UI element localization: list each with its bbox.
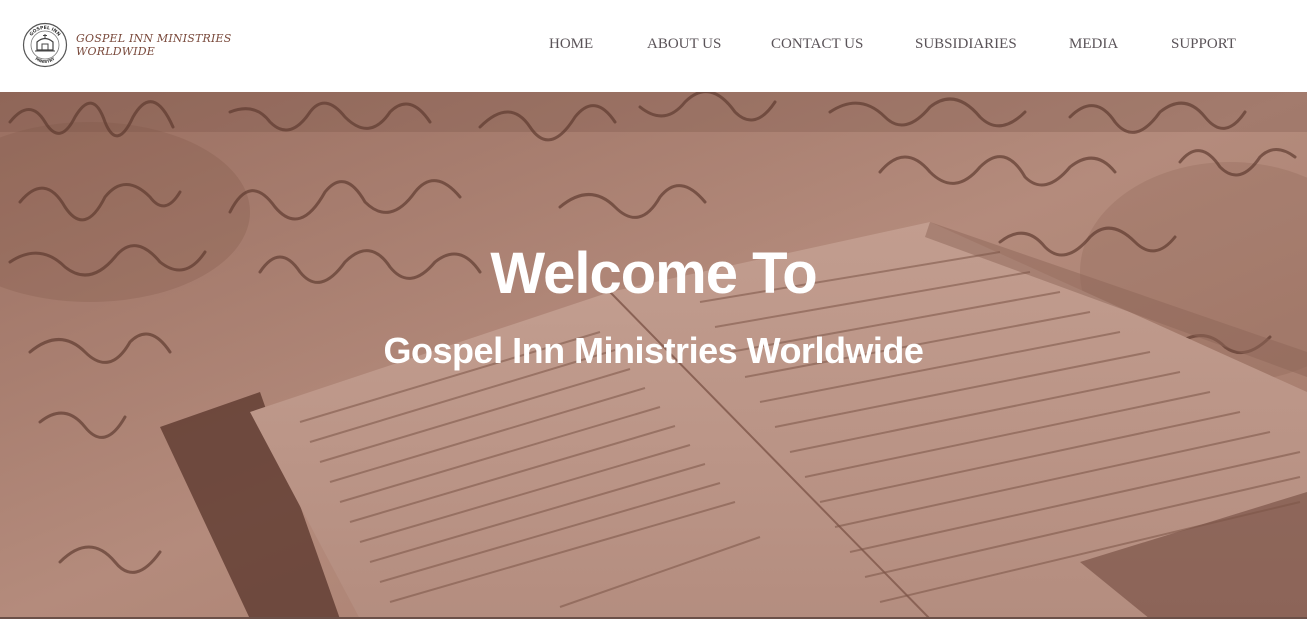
nav-contact-us[interactable]: CONTACT US [771,36,863,53]
nav-subsidiaries[interactable]: SUBSIDIARIES [915,36,1017,53]
hero-subtitle: Gospel Inn Ministries Worldwide [383,330,924,371]
hero-banner: Welcome To Gospel Inn Ministries Worldwi… [0,92,1307,619]
nav-home[interactable]: HOME [549,36,593,53]
main-nav: HOME ABOUT US CONTACT US SUBSIDIARIES ME… [0,36,1307,56]
nav-about-us[interactable]: ABOUT US [647,36,721,53]
hero-title: Welcome To [490,241,817,306]
site-header: GOSPEL INN MINISTRY GOSPEL INN MINISTRIE… [0,0,1307,92]
nav-support[interactable]: SUPPORT [1171,36,1236,53]
nav-media[interactable]: MEDIA [1069,36,1118,53]
